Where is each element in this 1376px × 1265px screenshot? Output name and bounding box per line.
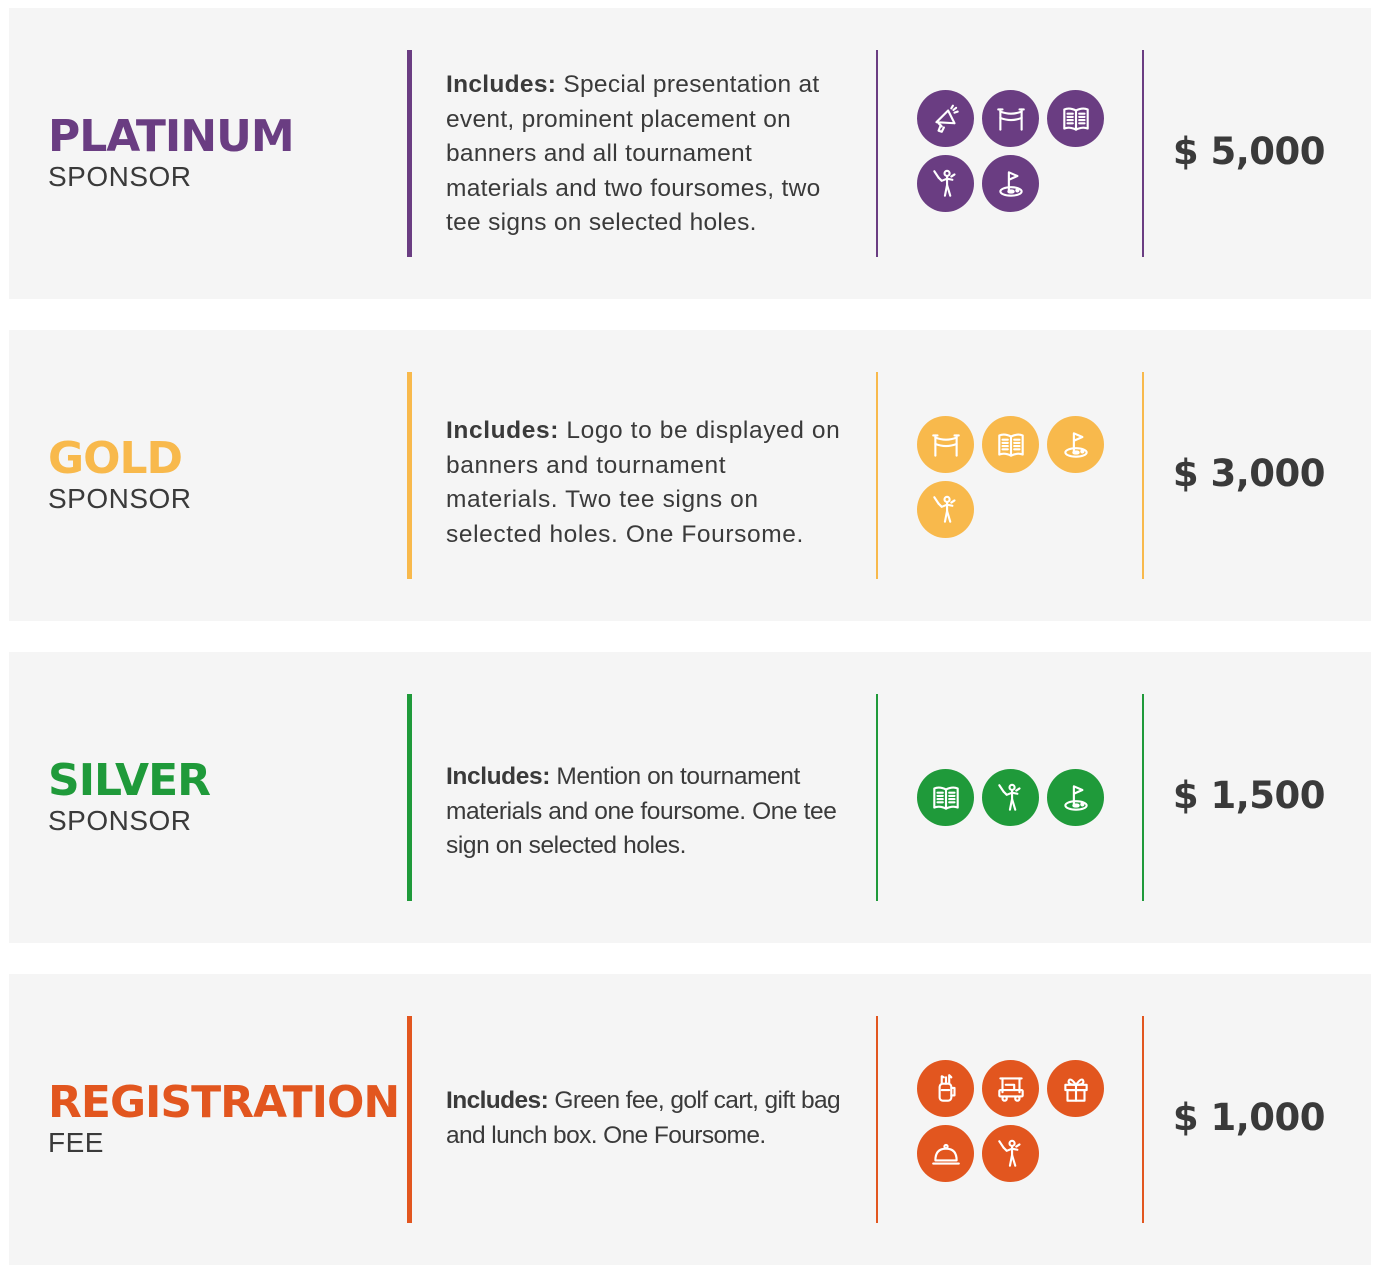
tier-price: $ 3,000 xyxy=(1172,452,1326,495)
benefit-icons xyxy=(917,1060,1117,1182)
divider xyxy=(876,694,878,901)
divider xyxy=(407,694,412,901)
tier-subtitle: SPONSOR xyxy=(48,161,192,192)
golf-bag-icon xyxy=(917,1060,974,1117)
golf-cart-icon xyxy=(982,1060,1039,1117)
tier-card-platinum: PLATINUM SPONSOR Includes: Special prese… xyxy=(9,8,1371,299)
tier-name: SILVER xyxy=(48,755,211,806)
includes-label: Includes: xyxy=(446,763,550,790)
tier-subtitle: FEE xyxy=(48,1127,104,1158)
tier-description: Includes: Mention on tournament material… xyxy=(446,760,841,864)
golf-hole-icon xyxy=(1047,416,1104,473)
tier-title-block: GOLD SPONSOR xyxy=(48,434,192,514)
benefit-icons xyxy=(917,90,1117,212)
tier-card-gold: GOLD SPONSOR Includes: Logo to be displa… xyxy=(9,330,1371,621)
tier-card-registration: REGISTRATION FEE Includes: Green fee, go… xyxy=(9,974,1371,1265)
golfer-icon xyxy=(982,1125,1039,1182)
golfer-icon xyxy=(982,769,1039,826)
divider xyxy=(407,1016,412,1223)
divider xyxy=(876,50,878,257)
tier-name: REGISTRATION xyxy=(48,1077,400,1128)
tier-description: Includes: Logo to be displayed on banner… xyxy=(446,414,841,552)
tier-title-block: REGISTRATION FEE xyxy=(48,1077,400,1158)
tier-price: $ 1,000 xyxy=(1172,1096,1326,1139)
includes-label: Includes: xyxy=(446,417,559,444)
golf-hole-icon xyxy=(1047,769,1104,826)
benefit-icons xyxy=(917,769,1117,826)
golfer-icon xyxy=(917,481,974,538)
tier-title-block: SILVER SPONSOR xyxy=(48,755,211,836)
golf-hole-icon xyxy=(982,155,1039,212)
tier-description: Includes: Special presentation at event,… xyxy=(446,68,841,241)
brochure-icon xyxy=(1047,90,1104,147)
tier-price: $ 5,000 xyxy=(1172,130,1326,173)
divider xyxy=(407,372,412,579)
tier-price: $ 1,500 xyxy=(1172,774,1326,817)
tier-card-silver: SILVER SPONSOR Includes: Mention on tour… xyxy=(9,652,1371,943)
divider xyxy=(407,50,412,257)
brochure-icon xyxy=(917,769,974,826)
gift-icon xyxy=(1047,1060,1104,1117)
golfer-icon xyxy=(917,155,974,212)
benefit-icons xyxy=(917,416,1117,538)
lunch-cloche-icon xyxy=(917,1125,974,1182)
tier-description: Includes: Green fee, golf cart, gift bag… xyxy=(446,1084,841,1153)
megaphone-icon xyxy=(917,90,974,147)
banner-icon xyxy=(917,416,974,473)
brochure-icon xyxy=(982,416,1039,473)
tier-name: PLATINUM xyxy=(48,111,295,162)
tier-name: GOLD xyxy=(48,433,183,484)
tier-subtitle: SPONSOR xyxy=(48,805,192,836)
divider xyxy=(876,372,878,579)
banner-icon xyxy=(982,90,1039,147)
tier-subtitle: SPONSOR xyxy=(48,483,192,514)
divider xyxy=(876,1016,878,1223)
includes-label: Includes: xyxy=(446,71,557,98)
includes-label: Includes: xyxy=(446,1087,549,1114)
tier-title-block: PLATINUM SPONSOR xyxy=(48,111,295,192)
